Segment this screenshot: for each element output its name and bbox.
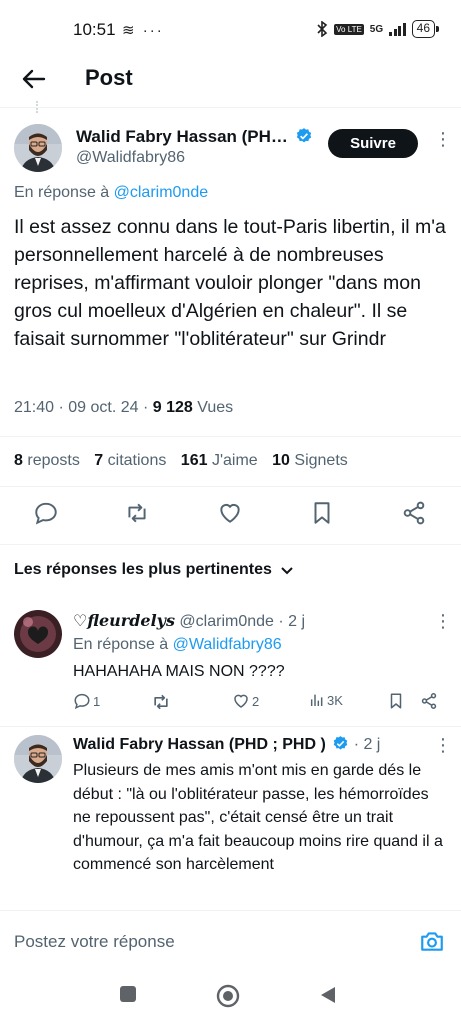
divider	[0, 436, 461, 437]
reply-text: Plusieurs de mes amis m'ont mis en garde…	[73, 762, 443, 873]
follow-button[interactable]: Suivre	[328, 129, 418, 158]
author-avatar[interactable]	[14, 124, 62, 172]
divider	[0, 726, 461, 727]
reply-avatar[interactable]	[14, 610, 62, 658]
reply-text: HAHAHAHA MAIS NON ????	[73, 663, 285, 680]
reply-to-prefix: En réponse à	[73, 636, 173, 653]
reply-count: 1	[93, 693, 101, 709]
divider	[0, 486, 461, 487]
views-label: Vues	[192, 399, 234, 416]
views-count: 9 128	[152, 399, 193, 416]
repost-icon[interactable]	[124, 500, 150, 526]
reply-author-name: Walid Fabry Hassan (PHD ; PHD )	[73, 736, 326, 753]
header-divider	[0, 107, 461, 108]
thread-connector	[36, 101, 40, 113]
sort-label: Les réponses les plus pertinentes	[14, 561, 272, 578]
network-label: 5G	[369, 23, 384, 35]
bluetooth-icon	[317, 21, 328, 37]
reply-to-mention[interactable]: @clarim0nde	[114, 184, 209, 201]
divider	[0, 544, 461, 545]
quotes-stat[interactable]: 7 citations	[94, 452, 166, 469]
like-count: 2	[252, 693, 260, 709]
status-right-icons: Vo LTE 5G 46	[316, 20, 440, 38]
author-handle[interactable]: @Walidfabry86	[76, 149, 185, 167]
views-count: 3K	[327, 692, 343, 708]
reply-action-bar: 1 2 3K	[73, 692, 443, 714]
verified-badge-icon	[334, 736, 348, 750]
like-icon	[234, 694, 248, 708]
bookmarks-stat[interactable]: 10 Signets	[272, 452, 348, 469]
likes-stat[interactable]: 161 J'aime	[181, 452, 258, 469]
views-button[interactable]: 3K	[309, 692, 343, 708]
bookmark-icon[interactable]	[387, 692, 405, 710]
reply-to-mention[interactable]: @Walidfabry86	[173, 636, 282, 653]
reply-context: En réponse à @Walidfabry86	[73, 636, 282, 654]
battery-icon: 46	[411, 20, 440, 38]
page-title: Post	[85, 65, 133, 90]
reply-author-name: ♡fleurdelys	[73, 611, 175, 630]
notification-icons: ≋ ···	[122, 22, 164, 39]
author-name[interactable]: Walid Fabry Hassan (PH…	[76, 127, 313, 147]
reply-avatar[interactable]	[14, 735, 62, 783]
status-bar: 10:51 ≋ ··· Vo LTE 5G 46	[0, 0, 461, 60]
chevron-down-icon	[281, 567, 293, 575]
more-options-icon[interactable]: ⋮	[434, 736, 452, 754]
reply-to-prefix: En réponse à	[14, 184, 114, 201]
reply-button[interactable]: 1	[73, 692, 100, 710]
bookmark-icon[interactable]	[309, 500, 335, 526]
arrow-left-icon[interactable]	[20, 65, 48, 93]
analytics-icon	[310, 694, 323, 706]
reply-composer[interactable]: Postez votre réponse	[0, 910, 461, 970]
sort-replies-dropdown[interactable]: Les réponses les plus pertinentes	[14, 561, 294, 579]
system-nav-bar	[0, 970, 461, 1024]
tweet-time[interactable]: 21:40 · 09 oct. 24 ·	[14, 399, 153, 416]
repost-button[interactable]	[151, 692, 173, 712]
reply-icon	[74, 693, 90, 710]
reply-author[interactable]: Walid Fabry Hassan (PHD ; PHD ) · 2 j	[73, 735, 380, 754]
verified-badge-icon	[296, 128, 311, 143]
home-icon[interactable]	[216, 984, 240, 1008]
reply-author-handle: @clarim0nde · 2 j	[179, 613, 306, 630]
reply-author[interactable]: ♡fleurdelys @clarim0nde · 2 j	[73, 611, 305, 631]
share-icon[interactable]	[401, 500, 427, 526]
reply-input[interactable]: Postez votre réponse	[14, 932, 175, 952]
reply-icon[interactable]	[33, 500, 59, 526]
like-icon[interactable]	[217, 500, 243, 526]
status-time: 10:51	[73, 20, 116, 39]
signal-icon	[389, 22, 406, 36]
tweet-action-bar	[0, 500, 461, 532]
back-nav-icon[interactable]	[318, 985, 338, 1005]
camera-icon[interactable]	[419, 928, 445, 954]
reply-context: En réponse à @clarim0nde	[14, 184, 208, 202]
recent-apps-icon[interactable]	[119, 985, 137, 1003]
more-options-icon[interactable]: ⋮	[434, 130, 452, 148]
repost-icon	[154, 694, 168, 710]
volte-icon: Vo LTE	[334, 23, 364, 35]
tweet-text: Il est assez connu dans le tout-Paris li…	[14, 216, 446, 350]
reposts-stat[interactable]: 8 reposts	[14, 452, 80, 469]
author-name-text: Walid Fabry Hassan (PH…	[76, 127, 288, 146]
like-button[interactable]: 2	[232, 692, 259, 710]
share-icon[interactable]	[420, 692, 438, 710]
page-header: Post	[0, 60, 461, 110]
tweet-stats: 8 reposts 7 citations 161 J'aime 10 Sign…	[14, 452, 358, 470]
reply-author-handle: · 2 j	[353, 736, 381, 753]
tweet-timestamp: 21:40 · 09 oct. 24 · 9 128 Vues	[14, 399, 233, 417]
more-options-icon[interactable]: ⋮	[434, 612, 452, 630]
